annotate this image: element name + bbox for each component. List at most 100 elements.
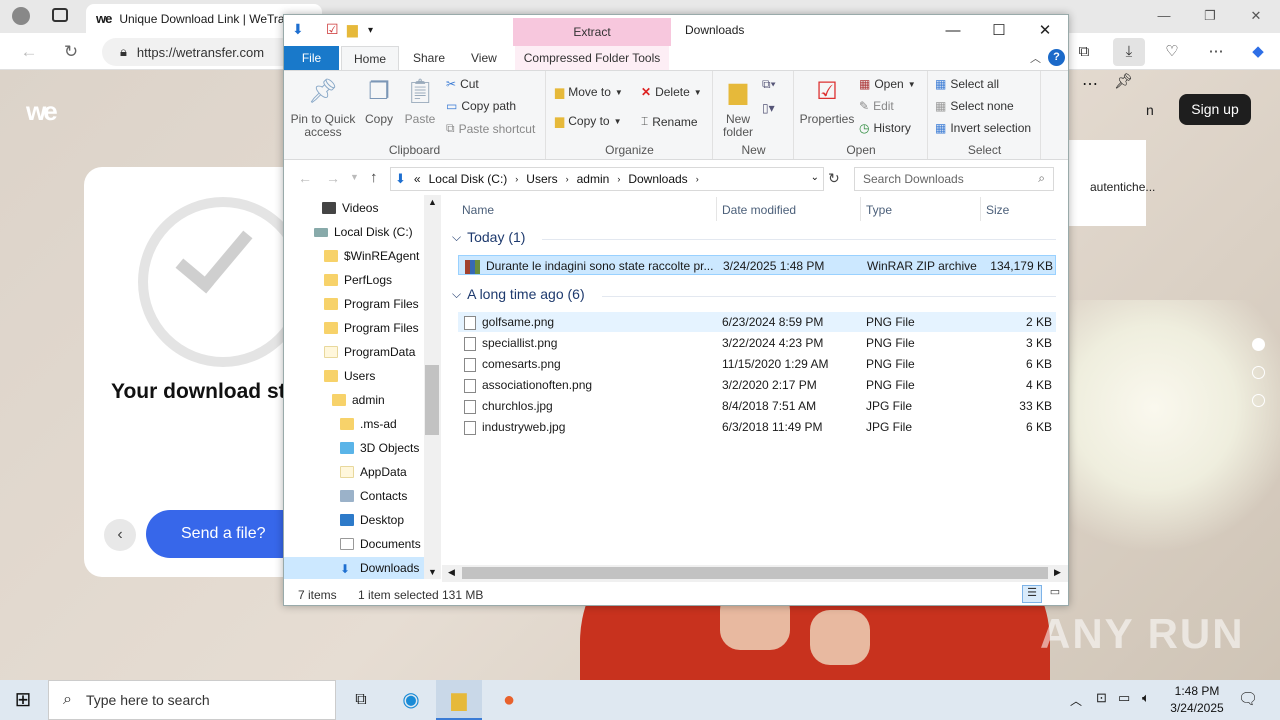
address-dropdown-icon[interactable]: ⌄ [811, 172, 819, 183]
horizontal-scrollbar[interactable]: ◀ ▶ [442, 565, 1068, 582]
file-row[interactable]: comesarts.png 11/15/2020 1:29 AM PNG File 6… [458, 354, 1056, 374]
tree-item[interactable]: Desktop [284, 509, 424, 531]
group-header[interactable]: ⌵ Today (1) [452, 229, 525, 245]
minimize-icon[interactable]: — [930, 19, 976, 43]
tree-item[interactable]: ⬇ Downloads [284, 557, 424, 579]
tree-item[interactable]: Videos [284, 197, 424, 219]
device-icon[interactable]: ⊡ [1096, 690, 1107, 706]
group-header[interactable]: ⌵ A long time ago (6) [452, 286, 585, 302]
tab-compressed-folder-tools[interactable]: Compressed Folder Tools [515, 46, 669, 70]
copy-path-button[interactable]: ▭ Copy path [446, 99, 516, 113]
edit-button[interactable]: ✎ Edit [859, 99, 894, 113]
taskbar-search-input[interactable]: ⌕ Type here to search [48, 680, 336, 720]
cut-button[interactable]: ✂ Cut [446, 77, 479, 91]
up-icon[interactable]: ↑ [370, 169, 378, 186]
firefox-icon[interactable]: ● [486, 680, 532, 720]
carousel-dot[interactable] [1252, 338, 1265, 351]
breadcrumb-admin[interactable]: admin [577, 172, 610, 186]
browser-essentials-icon[interactable]: ♡ [1159, 40, 1185, 64]
url-field[interactable]: 🔒︎ https://wetransfer.com [102, 38, 302, 66]
new-item-icon[interactable]: ⧉▾ [762, 77, 776, 92]
downloads-icon[interactable]: ⤓ [1113, 38, 1145, 66]
system-clock[interactable]: 1:48 PM 3/24/2025 [1162, 683, 1232, 717]
breadcrumb-overflow[interactable]: « [414, 172, 421, 186]
file-row[interactable]: industryweb.jpg 6/3/2018 11:49 PM JPG File… [458, 417, 1056, 437]
copy-to-button[interactable]: ▆ Copy to ▼ [555, 114, 622, 128]
easy-access-icon[interactable]: ▯▾ [762, 101, 775, 115]
tree-item[interactable]: 3D Objects [284, 437, 424, 459]
breadcrumb-users[interactable]: Users [526, 172, 557, 186]
new-folder-qa-icon[interactable]: ▆ [347, 21, 358, 38]
column-name[interactable]: Name [462, 203, 494, 217]
tab-actions-icon[interactable] [52, 8, 68, 22]
open-button[interactable]: ▦ Open ▼ [859, 77, 916, 91]
maximize-icon[interactable]: ☐ [976, 19, 1022, 43]
tab-file[interactable]: File [284, 46, 339, 70]
panel-more-icon[interactable]: ⋯ [1082, 74, 1098, 94]
network-icon[interactable]: ▭ [1118, 690, 1130, 706]
task-view-icon[interactable]: ⧉ [338, 680, 384, 720]
properties-qa-icon[interactable]: ☑ [326, 21, 339, 38]
close-icon[interactable]: ✕ [1246, 8, 1266, 24]
properties-button[interactable]: ☑ Properties [799, 77, 855, 126]
tree-item[interactable]: Local Disk (C:) [284, 221, 424, 243]
select-all-button[interactable]: ▦ Select all [935, 77, 999, 91]
delete-button[interactable]: ✕ Delete ▼ [641, 85, 702, 99]
file-row[interactable]: golfsame.png 6/23/2024 8:59 PM PNG File 2 K… [458, 312, 1056, 332]
restore-icon[interactable]: ❐ [1200, 8, 1220, 24]
large-icons-view-icon[interactable]: ▭ [1046, 585, 1064, 603]
tab-view[interactable]: View [459, 46, 509, 70]
tree-item[interactable]: ProgramData [284, 341, 424, 363]
invert-selection-button[interactable]: ▦ Invert selection [935, 121, 1031, 135]
more-icon[interactable]: ⋯ [1203, 40, 1229, 64]
select-none-button[interactable]: ▦ Select none [935, 99, 1014, 113]
forward-icon[interactable]: → [326, 170, 340, 186]
search-input[interactable]: Search Downloads ⌕ [854, 167, 1054, 191]
file-row[interactable]: speciallist.png 3/22/2024 4:23 PM PNG File… [458, 333, 1056, 353]
recent-locations-icon[interactable]: ▼ [350, 172, 359, 182]
quick-access-down-icon[interactable]: ⬇ [292, 21, 304, 38]
file-row[interactable]: associationoften.png 3/2/2020 2:17 PM PNG … [458, 375, 1056, 395]
show-hidden-icons-icon[interactable]: ︿ [1070, 692, 1082, 709]
minimize-icon[interactable]: — [1154, 8, 1174, 24]
tree-item[interactable]: .ms-ad [284, 413, 424, 435]
new-folder-button[interactable]: ▆ New folder [716, 77, 760, 139]
file-explorer-icon[interactable]: ▆ [436, 680, 482, 720]
tree-item[interactable]: Program Files [284, 317, 424, 339]
pin-icon[interactable]: 📌︎ [1114, 72, 1133, 90]
pin-quick-access-button[interactable]: 📌︎ Pin to Quick access [288, 77, 358, 139]
history-button[interactable]: ◷ History [859, 121, 911, 135]
column-type[interactable]: Type [866, 203, 892, 217]
signup-button[interactable]: Sign up [1179, 94, 1251, 125]
collapse-ribbon-icon[interactable]: ︿ [1030, 50, 1041, 66]
send-file-button[interactable]: Send a file? [146, 510, 306, 558]
column-size[interactable]: Size [986, 203, 1009, 217]
paste-button[interactable]: 📋︎ Paste [400, 77, 440, 126]
back-arrow-button[interactable]: ‹ [104, 519, 136, 551]
tab-share[interactable]: Share [401, 46, 457, 70]
tree-item[interactable]: Users [284, 365, 424, 387]
tree-item[interactable]: Contacts [284, 485, 424, 507]
address-breadcrumb[interactable]: ⬇ « Local Disk (C:) › Users › admin › Downl… [390, 167, 824, 191]
carousel-dot[interactable] [1252, 394, 1265, 407]
volume-icon[interactable]: 🔈︎ [1142, 690, 1150, 706]
edge-icon[interactable]: ◉ [388, 680, 434, 720]
copy-button[interactable]: ❐ Copy [360, 77, 398, 126]
file-row[interactable]: churchlos.jpg 8/4/2018 7:51 AM JPG File 33 … [458, 396, 1056, 416]
help-icon[interactable]: ? [1048, 49, 1065, 66]
move-to-button[interactable]: ▆ Move to ▼ [555, 85, 623, 99]
wetransfer-logo[interactable]: we [26, 96, 58, 127]
refresh-icon[interactable]: ↻ [60, 41, 82, 63]
profile-icon[interactable] [12, 7, 30, 25]
carousel-dot[interactable] [1252, 366, 1265, 379]
close-icon[interactable]: ✕ [1022, 19, 1068, 43]
details-view-icon[interactable]: ☰ [1022, 585, 1042, 603]
customize-qa-icon[interactable]: ▾ [368, 25, 373, 36]
tree-item[interactable]: AppData [284, 461, 424, 483]
rename-button[interactable]: ⌶ Rename [641, 114, 698, 129]
tab-home[interactable]: Home [341, 46, 400, 70]
column-date-modified[interactable]: Date modified [722, 203, 796, 217]
navigation-pane-scrollbar[interactable]: ▲ ▼ [424, 195, 441, 579]
tree-item[interactable]: PerfLogs [284, 269, 424, 291]
paste-shortcut-button[interactable]: ⧉ Paste shortcut [446, 121, 535, 136]
